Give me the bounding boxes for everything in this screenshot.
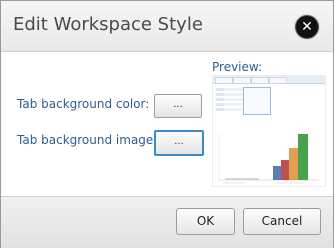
- preview-tab-strip: [213, 76, 325, 84]
- close-button[interactable]: ✕: [295, 15, 319, 39]
- preview-chart-bar: [298, 134, 308, 180]
- edit-workspace-style-dialog: Edit Workspace Style ✕ Tab background co…: [0, 0, 334, 248]
- preview-table: [243, 87, 271, 115]
- tab-background-image-label: Tab background image:: [17, 133, 158, 147]
- preview-chart: [218, 134, 319, 184]
- preview-chart-bar: [273, 166, 281, 180]
- preview-label: Preview:: [212, 60, 263, 74]
- dialog-body: Tab background color: ... Tab background…: [1, 52, 333, 196]
- dialog-footer: OK Cancel: [1, 196, 333, 248]
- tab-background-color-label: Tab background color:: [17, 97, 150, 111]
- preview-chart-bar: [281, 160, 289, 180]
- preview-tab: [269, 77, 287, 84]
- tab-background-image-button[interactable]: ...: [154, 130, 204, 156]
- ok-button[interactable]: OK: [176, 208, 235, 235]
- cancel-button[interactable]: Cancel: [243, 208, 321, 235]
- dialog-titlebar: Edit Workspace Style ✕: [1, 1, 333, 52]
- preview-tab: [233, 77, 251, 84]
- preview-tab: [215, 77, 233, 84]
- preview-thumbnail: [212, 75, 326, 187]
- preview-chart-bar: [225, 178, 259, 180]
- tab-background-color-button[interactable]: ...: [154, 94, 202, 118]
- preview-chart-bar: [289, 148, 298, 180]
- dialog-title: Edit Workspace Style: [13, 14, 203, 35]
- close-icon: ✕: [301, 19, 313, 35]
- preview-tab: [251, 77, 269, 84]
